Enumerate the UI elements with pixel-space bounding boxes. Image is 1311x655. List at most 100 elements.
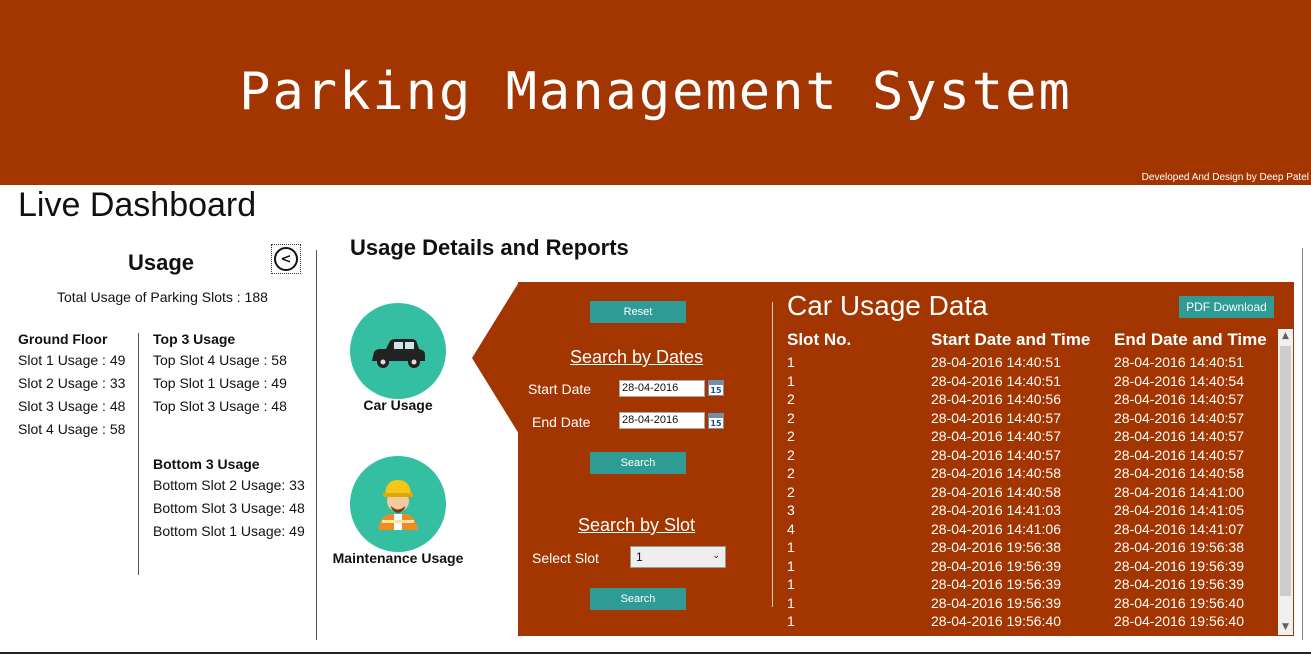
car-usage-label[interactable]: Car Usage (350, 397, 446, 413)
end-cell: 28-04-2016 19:56:39 (1114, 557, 1244, 574)
slot-cell: 2 (787, 446, 795, 463)
top3-heading: Top 3 Usage (153, 331, 236, 347)
end-cell: 28-04-2016 14:41:05 (1114, 502, 1244, 518)
car-icon (372, 339, 425, 368)
table-row[interactable]: 3 28-04-2016 14:41:03 28-04-2016 14:41:05 (787, 502, 1277, 521)
slot-select[interactable]: 1 ⌄ (630, 546, 726, 568)
end-cell: 28-04-2016 14:41:00 (1114, 483, 1244, 500)
end-date-label: End Date (532, 414, 591, 430)
calendar-icon[interactable]: 15 (708, 413, 724, 429)
ground-floor-heading: Ground Floor (18, 331, 108, 347)
table-row[interactable]: 1 28-04-2016 14:40:51 28-04-2016 14:40:51 (787, 354, 1277, 373)
scroll-up-icon[interactable]: ▲ (1278, 329, 1293, 344)
start-date-input[interactable]: 28-04-2016 (619, 380, 705, 397)
table-row[interactable]: 4 28-04-2016 14:41:06 28-04-2016 14:41:07 (787, 521, 1277, 540)
end-cell: 28-04-2016 19:56:40 (1114, 594, 1244, 611)
end-cell: 28-04-2016 19:56:40 (1114, 613, 1244, 629)
bottom-slot-stat: Bottom Slot 1 Usage: 49 (153, 523, 305, 539)
slot-cell: 1 (787, 613, 795, 629)
start-cell: 28-04-2016 14:40:57 (931, 409, 1061, 426)
ground-slot-stat: Slot 2 Usage : 33 (18, 375, 126, 391)
table-row[interactable]: 2 28-04-2016 14:40:56 28-04-2016 14:40:57 (787, 391, 1277, 410)
table-row[interactable]: 2 28-04-2016 14:40:57 28-04-2016 14:40:57 (787, 428, 1277, 447)
end-cell: 28-04-2016 14:40:51 (1114, 354, 1244, 370)
total-usage: Total Usage of Parking Slots : 188 (57, 289, 268, 305)
reset-button[interactable]: Reset (590, 301, 686, 323)
table-row[interactable]: 2 28-04-2016 14:40:57 28-04-2016 14:40:57 (787, 410, 1277, 429)
page-title: Live Dashboard (18, 186, 257, 224)
slot-cell: 2 (787, 483, 795, 500)
end-cell: 28-04-2016 14:40:57 (1114, 428, 1244, 444)
bottom-border (0, 652, 1311, 654)
maintenance-usage-label[interactable]: Maintenance Usage (326, 550, 470, 566)
column-header-start[interactable]: Start Date and Time (931, 330, 1090, 350)
bottom-slot-stat: Bottom Slot 3 Usage: 48 (153, 500, 305, 516)
pdf-download-button[interactable]: PDF Download (1179, 296, 1274, 318)
table-row[interactable]: 1 28-04-2016 19:56:38 28-04-2016 19:56:38 (787, 539, 1277, 558)
search-slot-button[interactable]: Search (590, 588, 686, 610)
start-cell: 28-04-2016 14:40:57 (931, 446, 1061, 463)
end-cell: 28-04-2016 19:56:39 (1114, 576, 1244, 592)
slot-cell: 1 (787, 576, 795, 592)
top-slot-stat: Top Slot 1 Usage : 49 (153, 375, 287, 391)
table-row[interactable]: 1 28-04-2016 19:56:39 28-04-2016 19:56:39 (787, 576, 1277, 595)
search-by-dates-heading: Search by Dates (570, 347, 704, 367)
maintenance-usage-button[interactable] (350, 456, 446, 552)
table-row[interactable]: 1 28-04-2016 19:56:40 28-04-2016 19:56:40 (787, 613, 1277, 632)
scrollbar-thumb[interactable] (1280, 346, 1291, 596)
end-cell: 28-04-2016 14:41:07 (1114, 520, 1244, 537)
slot-cell: 3 (787, 502, 795, 518)
right-border (1302, 248, 1303, 640)
reports-panel: Reset Search by Dates Start Date 28-04-2… (518, 282, 1294, 636)
table-title: Car Usage Data (787, 290, 988, 321)
slot-cell: 2 (787, 465, 795, 481)
start-cell: 28-04-2016 19:56:40 (931, 613, 1061, 629)
start-cell: 28-04-2016 14:40:51 (931, 354, 1061, 370)
search-by-slot-heading: Search by Slot (578, 515, 696, 535)
column-header-end[interactable]: End Date and Time (1114, 330, 1267, 350)
slot-cell: 4 (787, 520, 795, 537)
start-date-label: Start Date (528, 381, 592, 397)
slot-cell: 1 (787, 539, 795, 555)
panel-pointer (472, 282, 519, 434)
table-row[interactable]: 2 28-04-2016 14:40:58 28-04-2016 14:41:00 (787, 484, 1277, 503)
end-date-input[interactable]: 28-04-2016 (619, 412, 705, 429)
table-row[interactable]: 1 28-04-2016 19:56:39 28-04-2016 19:56:40 (787, 595, 1277, 614)
collapse-button[interactable]: < (271, 244, 301, 274)
divider (138, 333, 139, 575)
end-cell: 28-04-2016 14:40:57 (1114, 409, 1244, 426)
ground-slot-stat: Slot 3 Usage : 48 (18, 398, 126, 414)
end-cell: 28-04-2016 14:40:57 (1114, 446, 1244, 463)
top-slot-stat: Top Slot 3 Usage : 48 (153, 398, 287, 414)
scroll-down-icon[interactable]: ▼ (1278, 620, 1293, 635)
end-cell: 28-04-2016 14:40:54 (1114, 372, 1244, 389)
start-cell: 28-04-2016 14:40:58 (931, 465, 1061, 481)
end-cell: 28-04-2016 19:56:38 (1114, 539, 1244, 555)
table-scrollbar[interactable]: ▲ ▼ (1278, 329, 1293, 635)
slot-cell: 1 (787, 372, 795, 389)
slot-cell: 1 (787, 594, 795, 611)
car-usage-button[interactable] (350, 303, 446, 399)
slot-cell: 1 (787, 354, 795, 370)
table-row[interactable]: 1 28-04-2016 14:40:51 28-04-2016 14:40:54 (787, 373, 1277, 392)
slot-cell: 2 (787, 409, 795, 426)
end-cell: 28-04-2016 14:40:58 (1114, 465, 1244, 481)
table-row[interactable]: 2 28-04-2016 14:40:57 28-04-2016 14:40:57 (787, 447, 1277, 466)
table-row[interactable]: 1 28-04-2016 19:56:39 28-04-2016 19:56:39 (787, 558, 1277, 577)
app-header: Parking Management System Developed And … (0, 0, 1311, 185)
slot-select-value: 1 (636, 550, 643, 564)
usage-title: Usage (128, 250, 195, 275)
start-cell: 28-04-2016 14:41:03 (931, 502, 1061, 518)
start-cell: 28-04-2016 14:40:51 (931, 372, 1061, 389)
search-dates-button[interactable]: Search (590, 452, 686, 474)
start-cell: 28-04-2016 14:40:56 (931, 391, 1061, 407)
table-row[interactable]: 2 28-04-2016 14:40:58 28-04-2016 14:40:58 (787, 465, 1277, 484)
chevron-left-icon: < (274, 247, 298, 271)
chevron-down-icon: ⌄ (712, 550, 720, 560)
top-slot-stat: Top Slot 4 Usage : 58 (153, 352, 287, 368)
app-title: Parking Management System (239, 62, 1072, 122)
column-header-slot[interactable]: Slot No. (787, 330, 851, 350)
slot-cell: 1 (787, 557, 795, 574)
calendar-icon[interactable]: 15 (708, 380, 724, 396)
start-cell: 28-04-2016 14:40:58 (931, 483, 1061, 500)
